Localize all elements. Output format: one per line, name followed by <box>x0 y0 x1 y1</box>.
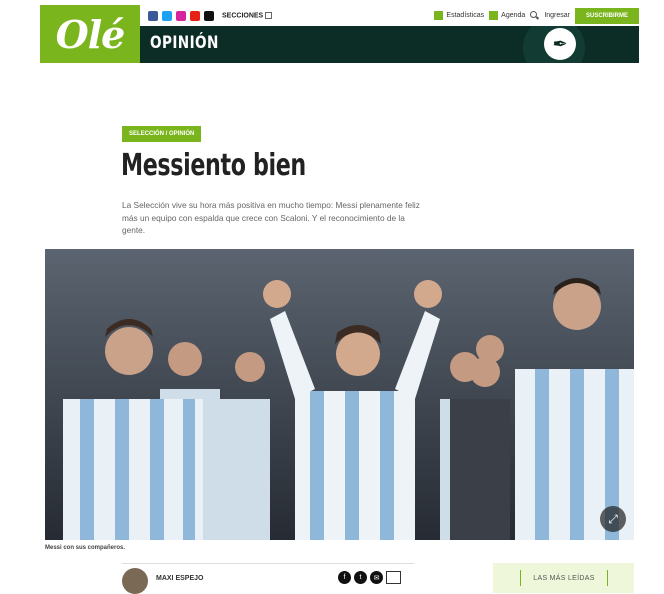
social-links <box>148 10 214 21</box>
article-photo[interactable]: ⤢ <box>45 249 634 540</box>
estadisticas-link[interactable]: Estadísticas <box>434 11 484 20</box>
share-buttons: f t ✉ <box>338 571 401 584</box>
secciones-label: SECCIONES <box>222 12 264 20</box>
comment-icon[interactable] <box>386 571 401 584</box>
email-share-icon[interactable]: ✉ <box>370 571 383 584</box>
headline: Messiento bien <box>121 148 306 183</box>
calendar-icon <box>489 11 499 20</box>
photo-illustration <box>45 249 634 540</box>
article-dek: La Selección vive su hora más positiva e… <box>122 200 420 235</box>
agenda-link[interactable]: Agenda <box>489 11 525 20</box>
twitter-share-icon[interactable]: t <box>354 571 367 584</box>
ole-logo[interactable]: Olé <box>40 5 140 63</box>
estadisticas-label: Estadísticas <box>446 12 485 19</box>
section-title: OPINIÓN <box>150 33 219 53</box>
logo-text: Olé <box>55 11 126 57</box>
twitter-icon[interactable] <box>162 10 172 21</box>
stats-icon <box>434 11 444 20</box>
author-avatar[interactable] <box>122 568 148 594</box>
expand-icon[interactable]: ⤢ <box>600 506 626 532</box>
facebook-icon[interactable] <box>148 10 158 21</box>
subscribe-label: SUSCRIBIRME <box>585 12 628 19</box>
byline-divider <box>122 563 414 564</box>
menu-icon <box>265 11 273 19</box>
pen-icon: ✒ <box>544 28 576 60</box>
ingresar-label: Ingresar <box>544 12 570 19</box>
agenda-label: Agenda <box>501 12 526 19</box>
youtube-icon[interactable] <box>190 10 200 21</box>
category-tag[interactable]: SELECCIÓN / OPINIÓN <box>122 126 202 142</box>
top-bar: SECCIONES Estadísticas Agenda Ingresar S… <box>140 5 639 26</box>
section-banner: OPINIÓN ✒ <box>140 26 639 63</box>
facebook-share-icon[interactable]: f <box>338 571 351 584</box>
search-icon[interactable] <box>530 11 539 20</box>
instagram-icon[interactable] <box>176 10 186 21</box>
ingresar-link[interactable]: Ingresar <box>544 12 570 19</box>
mas-leidas-label[interactable]: LAS MÁS LEÍDAS <box>520 570 608 586</box>
secciones-menu[interactable]: SECCIONES <box>222 11 273 20</box>
subscribe-button[interactable]: SUSCRIBIRME <box>575 7 639 24</box>
author-name[interactable]: MAXI ESPEJO <box>156 575 203 582</box>
photo-caption: Messi con sus compañeros. <box>45 545 126 551</box>
tiktok-icon[interactable] <box>204 10 214 21</box>
top-right-nav: Estadísticas Agenda Ingresar SUSCRIBIRME <box>434 5 639 26</box>
